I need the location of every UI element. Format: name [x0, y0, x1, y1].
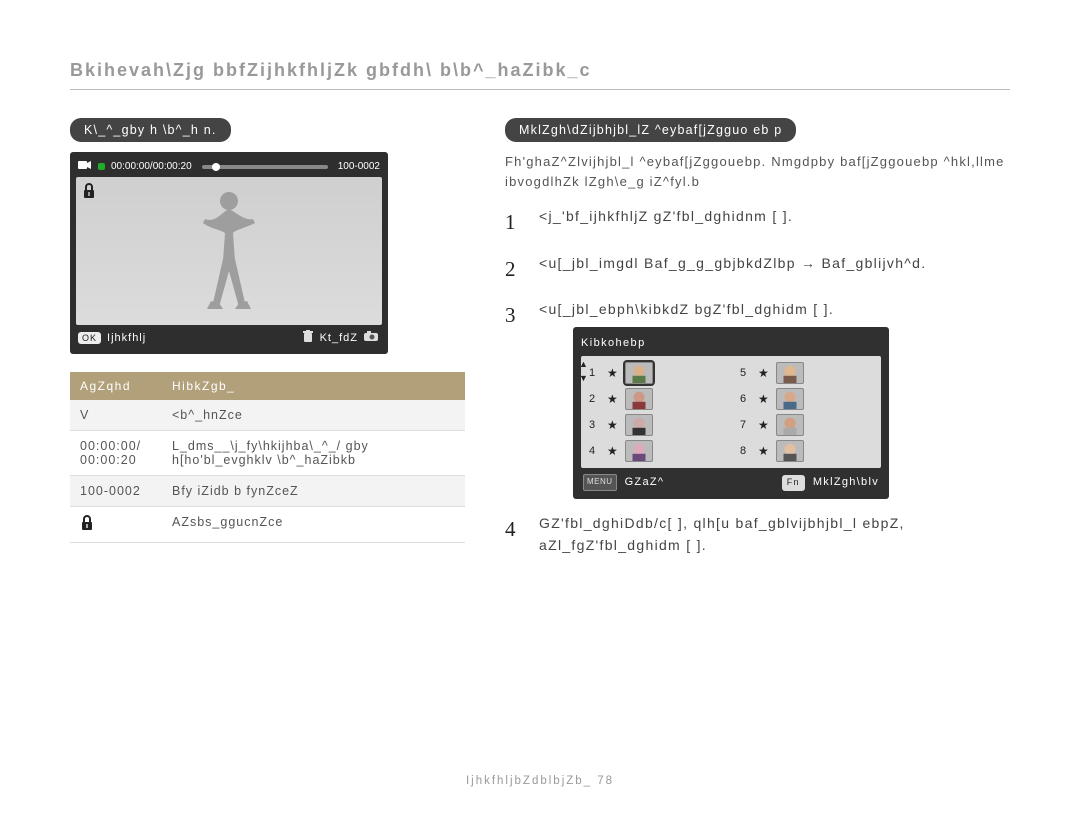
- step-text: <j_'bf_ijhkfhljZ gZ'fbl_dghidnm [ ].: [539, 206, 1010, 239]
- face-thumb: [776, 440, 804, 462]
- camera-small-icon: [364, 331, 380, 345]
- face-thumb: [776, 388, 804, 410]
- priority-cell-6[interactable]: 6 ★: [740, 388, 873, 410]
- priority-number: 7: [740, 417, 752, 434]
- lock-icon: [80, 518, 94, 534]
- face-thumb: [776, 362, 804, 384]
- step-text: <u[_jbl_imgdl Baf_g_g_gbjbkdZlbp → Baf_g…: [539, 253, 1010, 286]
- face-thumb: [625, 414, 653, 436]
- step-number: 3: [505, 299, 525, 499]
- camera-icon: [78, 160, 92, 173]
- star-icon: ★: [758, 364, 770, 383]
- steps-list: 1 <j_'bf_ijhkfhljZ gZ'fbl_dghidnm [ ]. 2…: [505, 206, 1010, 556]
- video-screen: [76, 177, 382, 325]
- priority-number: 5: [740, 365, 752, 382]
- step-4: 4 GZ'fbl_dghiDdb/c[ ], qlh[u baf_gblvijb…: [505, 513, 1010, 556]
- legend-cell: AZsbs_ggucnZce: [162, 507, 465, 543]
- legend-cell: L_dms__\j_fy\hkijhba\_^_/ gby h[ho'bl_ev…: [162, 431, 465, 476]
- legend-cell: Bfy iZidb b fynZceZ: [162, 476, 465, 507]
- priority-number: 2: [589, 391, 601, 408]
- star-icon: ★: [607, 442, 619, 461]
- step-text: GZ'fbl_dghiDdb/c[ ], qlh[u baf_gblvijbhj…: [539, 513, 1010, 556]
- priority-title: Kibkohebp: [581, 335, 881, 352]
- step-number: 2: [505, 253, 525, 286]
- star-icon: ★: [758, 442, 770, 461]
- legend-cell: 00:00:00/ 00:00:20: [70, 431, 162, 476]
- face-thumb: [776, 414, 804, 436]
- back-label: GZaZ^: [625, 474, 665, 491]
- step-2: 2 <u[_jbl_imgdl Baf_g_g_gbjbkdZlbp → Baf…: [505, 253, 1010, 286]
- legend-head-2: HibkZgb_: [162, 372, 465, 400]
- star-icon: ★: [758, 390, 770, 409]
- star-icon: ★: [607, 364, 619, 383]
- video-silhouette: [189, 189, 269, 313]
- step-1: 1 <j_'bf_ijhkfhljZ gZ'fbl_dghidnm [ ].: [505, 206, 1010, 239]
- star-icon: ★: [607, 416, 619, 435]
- updown-arrows-icon: ▲▼: [579, 358, 589, 386]
- priority-cell-2[interactable]: 2 ★: [589, 388, 722, 410]
- table-row: 00:00:00/ 00:00:20 L_dms__\j_fy\hkijhba\…: [70, 431, 465, 476]
- step-number: 4: [505, 513, 525, 556]
- fn-button[interactable]: Fn: [782, 475, 805, 491]
- section-pill-left: K\_^_gby h \b^_h n.: [70, 118, 231, 142]
- priority-number: 8: [740, 443, 752, 460]
- record-indicator: [98, 163, 105, 170]
- priority-cell-8[interactable]: 8 ★: [740, 440, 873, 462]
- priority-number: 1: [589, 365, 601, 382]
- priority-cell-3[interactable]: 3 ★: [589, 414, 722, 436]
- legend-cell: <b^_hnZce: [162, 400, 465, 431]
- lock-icon: [82, 183, 96, 202]
- page-footer: IjhkfhljbZdblbjZb_ 78: [0, 775, 1080, 787]
- video-bottom-right-label: Kt_fdZ: [320, 332, 358, 344]
- video-bottom-left-label: Ijhkfhlj: [107, 332, 146, 344]
- face-thumb: [625, 388, 653, 410]
- face-thumb: [625, 440, 653, 462]
- legend-head-1: AgZqhd: [70, 372, 162, 400]
- priority-cell-5[interactable]: 5 ★: [740, 362, 873, 384]
- legend-cell: [70, 507, 162, 543]
- priority-number: 6: [740, 391, 752, 408]
- legend-cell: 100-0002: [70, 476, 162, 507]
- page-title: Bkihevah\Zjg bbfZijhkfhljZk gbfdh\ b\b^_…: [70, 60, 1010, 90]
- intro-text: Fh'ghaZ^Zlvijhjbl_l ^eybaf[jZggouebp. Nm…: [505, 152, 1010, 192]
- priority-grid: ▲▼ 1 ★ 5 ★: [581, 356, 881, 468]
- set-label: MklZgh\blv: [813, 474, 879, 491]
- table-row: V <b^_hnZce: [70, 400, 465, 431]
- legend-cell: V: [70, 400, 162, 431]
- ok-button[interactable]: OK: [78, 332, 101, 344]
- step-number: 1: [505, 206, 525, 239]
- video-code: 100-0002: [338, 161, 380, 172]
- section-pill-right: MklZgh\dZijbhjbl_lZ ^eybaf[jZgguo eb p: [505, 118, 796, 142]
- star-icon: ★: [758, 416, 770, 435]
- legend-table: AgZqhd HibkZgb_ V <b^_hnZce 00:00:00/ 00…: [70, 372, 465, 543]
- face-thumb: [625, 362, 653, 384]
- step-3: 3 <u[_jbl_ebph\kibkdZ bgZ'fbl_dghidm [ ]…: [505, 299, 1010, 499]
- video-progress[interactable]: [202, 165, 328, 169]
- table-row: 100-0002 Bfy iZidb b fynZceZ: [70, 476, 465, 507]
- priority-cell-4[interactable]: 4 ★: [589, 440, 722, 462]
- priority-cell-1[interactable]: 1 ★: [589, 362, 722, 384]
- step-text: <u[_jbl_ebph\kibkdZ bgZ'fbl_dghidm [ ].: [539, 301, 834, 317]
- priority-number: 4: [589, 443, 601, 460]
- table-row: AZsbs_ggucnZce: [70, 507, 465, 543]
- priority-panel: Kibkohebp ▲▼ 1 ★: [573, 327, 889, 499]
- trash-icon[interactable]: [302, 330, 314, 346]
- priority-number: 3: [589, 417, 601, 434]
- video-time: 00:00:00/00:00:20: [111, 161, 192, 172]
- video-preview-panel: 00:00:00/00:00:20 100-0002: [70, 152, 388, 354]
- star-icon: ★: [607, 390, 619, 409]
- menu-button[interactable]: MENU: [583, 474, 617, 490]
- priority-cell-7[interactable]: 7 ★: [740, 414, 873, 436]
